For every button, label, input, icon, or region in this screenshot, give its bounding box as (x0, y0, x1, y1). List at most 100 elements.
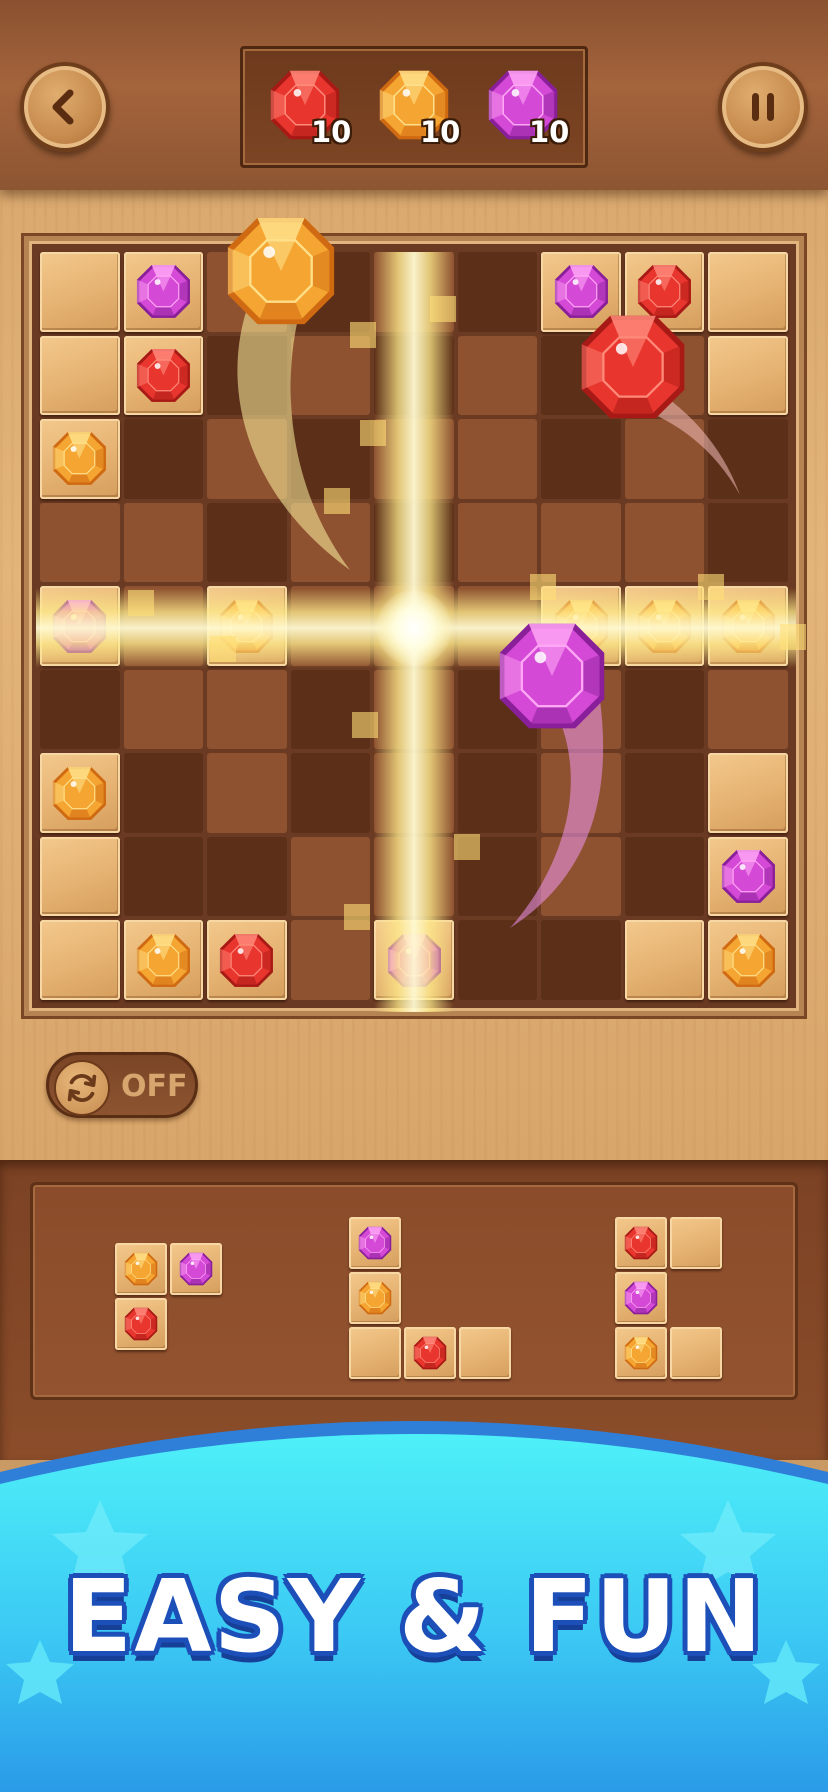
board-block[interactable] (123, 335, 204, 416)
board-block[interactable] (374, 920, 454, 1000)
board-cell-empty[interactable] (207, 753, 287, 833)
board-cell-empty[interactable] (708, 419, 788, 499)
board-cell-empty[interactable] (290, 753, 371, 833)
board-cell-empty[interactable] (374, 419, 454, 499)
orange-gem-icon (638, 599, 692, 653)
goal-count-orange: 10 (420, 115, 461, 149)
orange-gem-icon (136, 933, 190, 987)
board-cell-empty[interactable] (374, 335, 454, 416)
board-block[interactable] (123, 252, 204, 332)
board-cell-empty[interactable] (123, 753, 204, 833)
board-cell-empty[interactable] (40, 502, 120, 583)
board-block[interactable] (624, 920, 705, 1000)
sparkle (454, 834, 480, 860)
board-cell-empty[interactable] (708, 502, 788, 583)
pause-button[interactable] (718, 62, 808, 152)
board-cell-empty[interactable] (457, 920, 538, 1000)
board-block[interactable] (708, 335, 788, 416)
goal-orange-gem: 10 (374, 67, 474, 157)
orange-gem-icon (53, 766, 107, 820)
board-cell-empty[interactable] (541, 419, 621, 499)
auto-rotate-toggle[interactable]: OFF (46, 1052, 198, 1118)
board-cell-empty[interactable] (290, 920, 371, 1000)
board-block[interactable] (123, 920, 204, 1000)
board-block[interactable] (40, 252, 120, 332)
board-cell-empty[interactable] (374, 836, 454, 917)
board-block[interactable] (708, 836, 788, 917)
board-cell-empty[interactable] (624, 502, 705, 583)
board-cell-empty[interactable] (624, 836, 705, 917)
board-block[interactable] (40, 753, 120, 833)
goal-count-purple: 10 (529, 115, 570, 149)
board-block[interactable] (708, 753, 788, 833)
orange-gem-icon (124, 1252, 158, 1286)
board-cell-empty[interactable] (374, 502, 454, 583)
board-cell-empty[interactable] (207, 836, 287, 917)
banner-title: EASY & FUN (63, 1558, 765, 1675)
board-cell-empty[interactable] (457, 753, 538, 833)
purple-gem-icon (358, 1226, 392, 1260)
board-cell-empty[interactable] (290, 586, 371, 666)
board-cell-empty[interactable] (457, 252, 538, 332)
board-cell-empty[interactable] (123, 836, 204, 917)
pause-icon (752, 93, 774, 121)
piece-block (349, 1272, 401, 1324)
sparkle (350, 322, 376, 348)
toggle-knob (54, 1060, 110, 1116)
board-cell-empty[interactable] (541, 920, 621, 1000)
board-cell-empty[interactable] (123, 502, 204, 583)
red-gem-icon (220, 933, 274, 987)
purple-gem-icon (387, 933, 441, 987)
board-cell-empty[interactable] (207, 419, 287, 499)
board-block[interactable] (708, 920, 788, 1000)
sparkle (352, 712, 378, 738)
board-cell-empty[interactable] (207, 669, 287, 750)
board-cell-empty[interactable] (290, 502, 371, 583)
piece-block (115, 1243, 167, 1295)
board-cell-empty[interactable] (624, 419, 705, 499)
sparkle (324, 488, 350, 514)
board-cell-empty[interactable] (624, 753, 705, 833)
board-cell-empty[interactable] (541, 836, 621, 917)
orange-gem-icon (624, 1336, 658, 1370)
board-block[interactable] (40, 335, 120, 416)
sparkle (128, 590, 154, 616)
goal-purple-gem: 10 (483, 67, 583, 157)
piece-block (349, 1217, 401, 1269)
flying-purple-gem (499, 623, 605, 729)
board-cell-empty[interactable] (207, 335, 287, 416)
piece-block (615, 1327, 667, 1379)
piece-block (170, 1243, 222, 1295)
red-gem-icon (124, 1307, 158, 1341)
orange-gem-icon (721, 599, 775, 653)
board-block[interactable] (708, 252, 788, 332)
piece-tray (30, 1182, 798, 1400)
board-cell-empty[interactable] (374, 753, 454, 833)
board-cell-empty[interactable] (541, 753, 621, 833)
goal-red-gem: 10 (265, 67, 365, 157)
board-block[interactable] (40, 920, 120, 1000)
board-block[interactable] (624, 586, 705, 666)
board-cell-empty[interactable] (207, 502, 287, 583)
board-block[interactable] (40, 419, 120, 499)
piece-block (459, 1327, 511, 1379)
orange-gem-icon (721, 933, 775, 987)
board-block[interactable] (207, 920, 287, 1000)
board-cell-empty[interactable] (457, 502, 538, 583)
board-block[interactable] (40, 586, 120, 666)
board-block[interactable] (40, 836, 120, 917)
board-cell-empty[interactable] (708, 669, 788, 750)
sparkle (530, 574, 556, 600)
board-cell-empty[interactable] (541, 502, 621, 583)
back-button[interactable] (20, 62, 110, 152)
board-cell-empty[interactable] (290, 419, 371, 499)
board-cell-empty[interactable] (374, 669, 454, 750)
piece-block (615, 1217, 667, 1269)
board-cell-empty[interactable] (457, 335, 538, 416)
board-cell-empty[interactable] (40, 669, 120, 750)
board-cell-empty[interactable] (457, 419, 538, 499)
promo-banner: EASY & FUN (0, 1400, 828, 1792)
board-cell-empty[interactable] (123, 419, 204, 499)
board-cell-empty[interactable] (624, 669, 705, 750)
board-cell-empty[interactable] (123, 669, 204, 750)
